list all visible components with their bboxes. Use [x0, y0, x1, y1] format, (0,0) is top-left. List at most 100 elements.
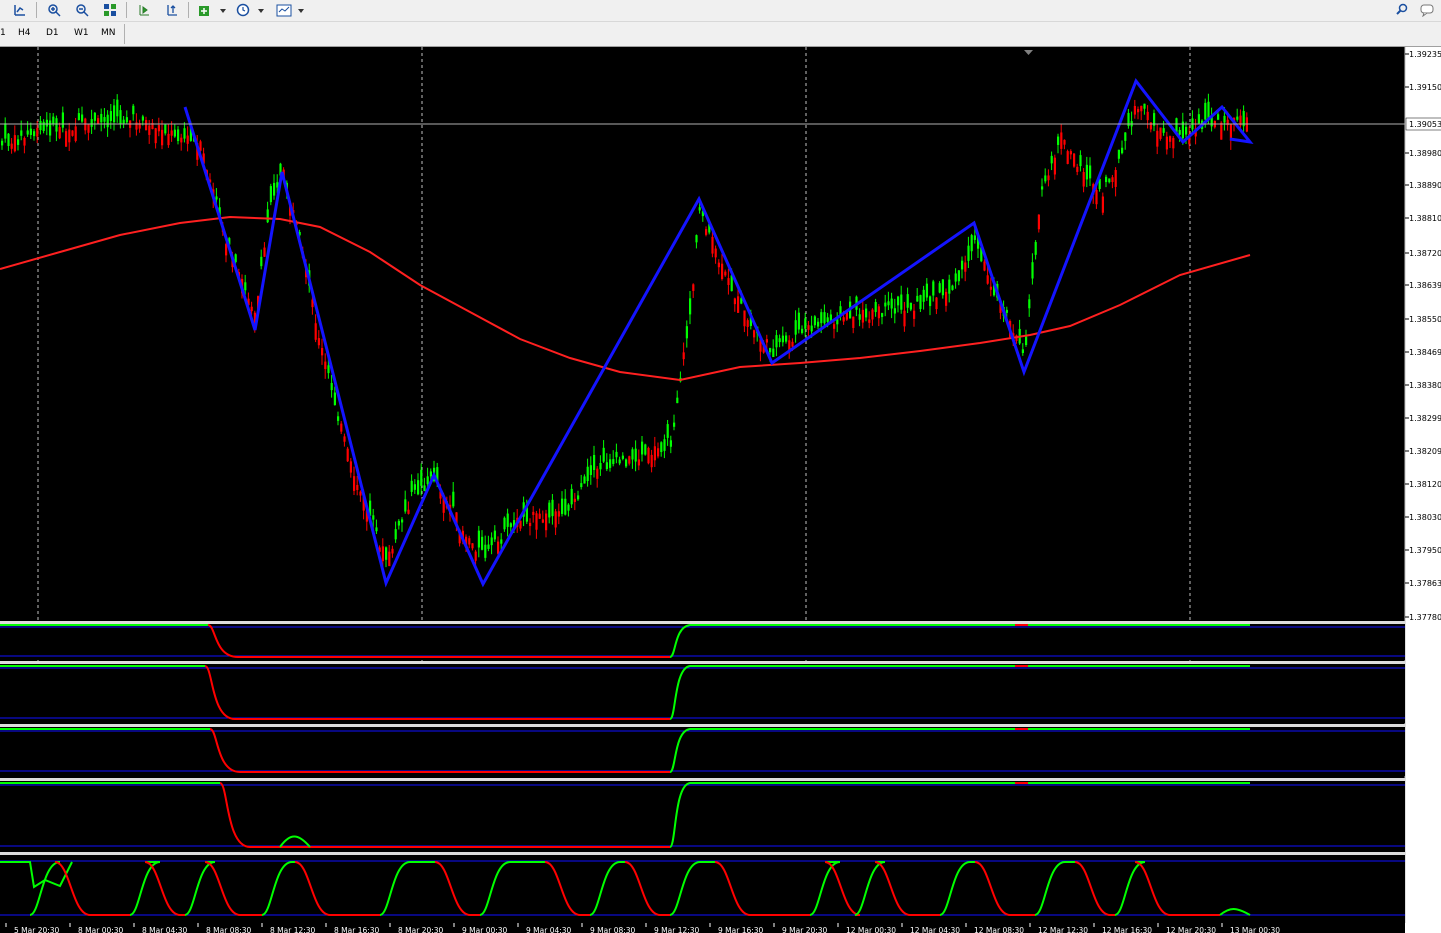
candle-body [961, 260, 964, 270]
candle-body [135, 122, 138, 130]
timeframe-h1[interactable]: 1 [0, 28, 6, 38]
candle-body [881, 313, 884, 317]
candle-body [935, 297, 938, 310]
price-label: 1.38810 [1409, 214, 1441, 223]
candle-body [794, 320, 797, 335]
candle-body [484, 544, 487, 558]
chat-icon[interactable] [1418, 1, 1438, 19]
zoom-in-icon[interactable] [44, 1, 64, 19]
candle-body [529, 522, 532, 527]
candle-body [932, 281, 935, 296]
candle-body [81, 114, 84, 122]
candle-body [36, 127, 39, 137]
candle-body [884, 302, 887, 307]
candle-body [1021, 349, 1024, 354]
candle-body [1101, 196, 1104, 213]
candle-body [778, 338, 781, 343]
candle-body [273, 182, 276, 196]
autoscroll-icon[interactable] [162, 1, 182, 19]
candle-body [746, 320, 749, 327]
candle-body [714, 248, 717, 258]
level-label-upper: 105 [1408, 728, 1423, 737]
candle-body [122, 119, 125, 124]
candle-body [1149, 122, 1152, 130]
candle-body [1028, 299, 1031, 309]
templates-icon[interactable] [274, 1, 308, 19]
candle-body [1057, 136, 1060, 145]
time-label: 9 Mar 08:30 [590, 926, 636, 933]
candle-body [7, 133, 10, 146]
candle-body [1178, 129, 1181, 135]
new-chart-icon[interactable] [10, 1, 30, 19]
candle-body [637, 459, 640, 466]
candle-body [1207, 101, 1210, 119]
candle-body [922, 289, 925, 302]
candle-body [695, 235, 698, 243]
candle-body [26, 130, 29, 135]
price-chart[interactable]: 105-5105-5105-51050.001050.00 1.392351.3… [0, 47, 1441, 933]
candle-body [810, 325, 813, 332]
candle-body [1143, 103, 1146, 109]
chart-shift-icon[interactable] [134, 1, 154, 19]
candle-body [327, 365, 330, 374]
candle-body [314, 323, 317, 340]
candle-body [343, 436, 346, 442]
candle-body [589, 465, 592, 476]
price-label: 1.39150 [1409, 83, 1441, 92]
candle-body [689, 298, 692, 315]
candle-body [807, 325, 810, 330]
candle-body [413, 484, 416, 490]
candle-body [903, 310, 906, 327]
candle-body [1162, 128, 1165, 133]
indicators-icon[interactable] [196, 1, 230, 19]
price-label: 1.38120 [1409, 480, 1441, 489]
candle-body [842, 317, 845, 322]
indicator-pane [0, 781, 1405, 852]
indicator-pane [0, 727, 1405, 776]
candle-body [266, 209, 269, 223]
candle-body [474, 551, 477, 561]
candle-body [375, 527, 378, 532]
candle-body [641, 441, 644, 455]
candle-body [791, 341, 794, 347]
toolbar-separator [188, 2, 189, 18]
candle-body [941, 279, 944, 296]
candle-body [820, 312, 823, 324]
timeframe-h4[interactable]: H4 [18, 28, 31, 38]
candle-body [567, 504, 570, 511]
search-icon[interactable] [1392, 1, 1412, 19]
indicator-pane [0, 664, 1405, 723]
candle-body [1197, 114, 1200, 124]
candle-body [1, 140, 4, 146]
candle-body [244, 282, 247, 291]
candle-body [954, 273, 957, 282]
candle-body [743, 310, 746, 327]
level-label-lower: -5 [1408, 766, 1416, 775]
timeframe-d1[interactable]: D1 [46, 28, 59, 38]
level-label-upper: 105 [1408, 782, 1423, 791]
tile-windows-icon[interactable] [100, 1, 120, 19]
time-label: 13 Mar 00:30 [1230, 926, 1280, 933]
candle-body [554, 511, 557, 528]
candle-body [391, 548, 394, 554]
zoom-out-icon[interactable] [72, 1, 92, 19]
periods-icon[interactable] [234, 1, 268, 19]
candle-body [164, 124, 167, 134]
candle-body [871, 309, 874, 320]
timeframe-w1[interactable]: W1 [74, 28, 89, 38]
candle-body [39, 120, 42, 131]
candle-body [125, 117, 128, 123]
candle-body [183, 128, 186, 139]
candle-body [644, 444, 647, 455]
candle-body [317, 338, 320, 346]
candle-body [551, 499, 554, 517]
time-label: 12 Mar 20:30 [1166, 926, 1216, 933]
candle-body [250, 306, 253, 312]
candle-body [337, 416, 340, 421]
candle-body [519, 520, 522, 529]
candle-body [500, 539, 503, 544]
candle-body [1169, 136, 1172, 142]
timeframe-mn[interactable]: MN [101, 28, 116, 38]
time-label: 12 Mar 16:30 [1102, 926, 1152, 933]
candle-body [340, 423, 343, 432]
